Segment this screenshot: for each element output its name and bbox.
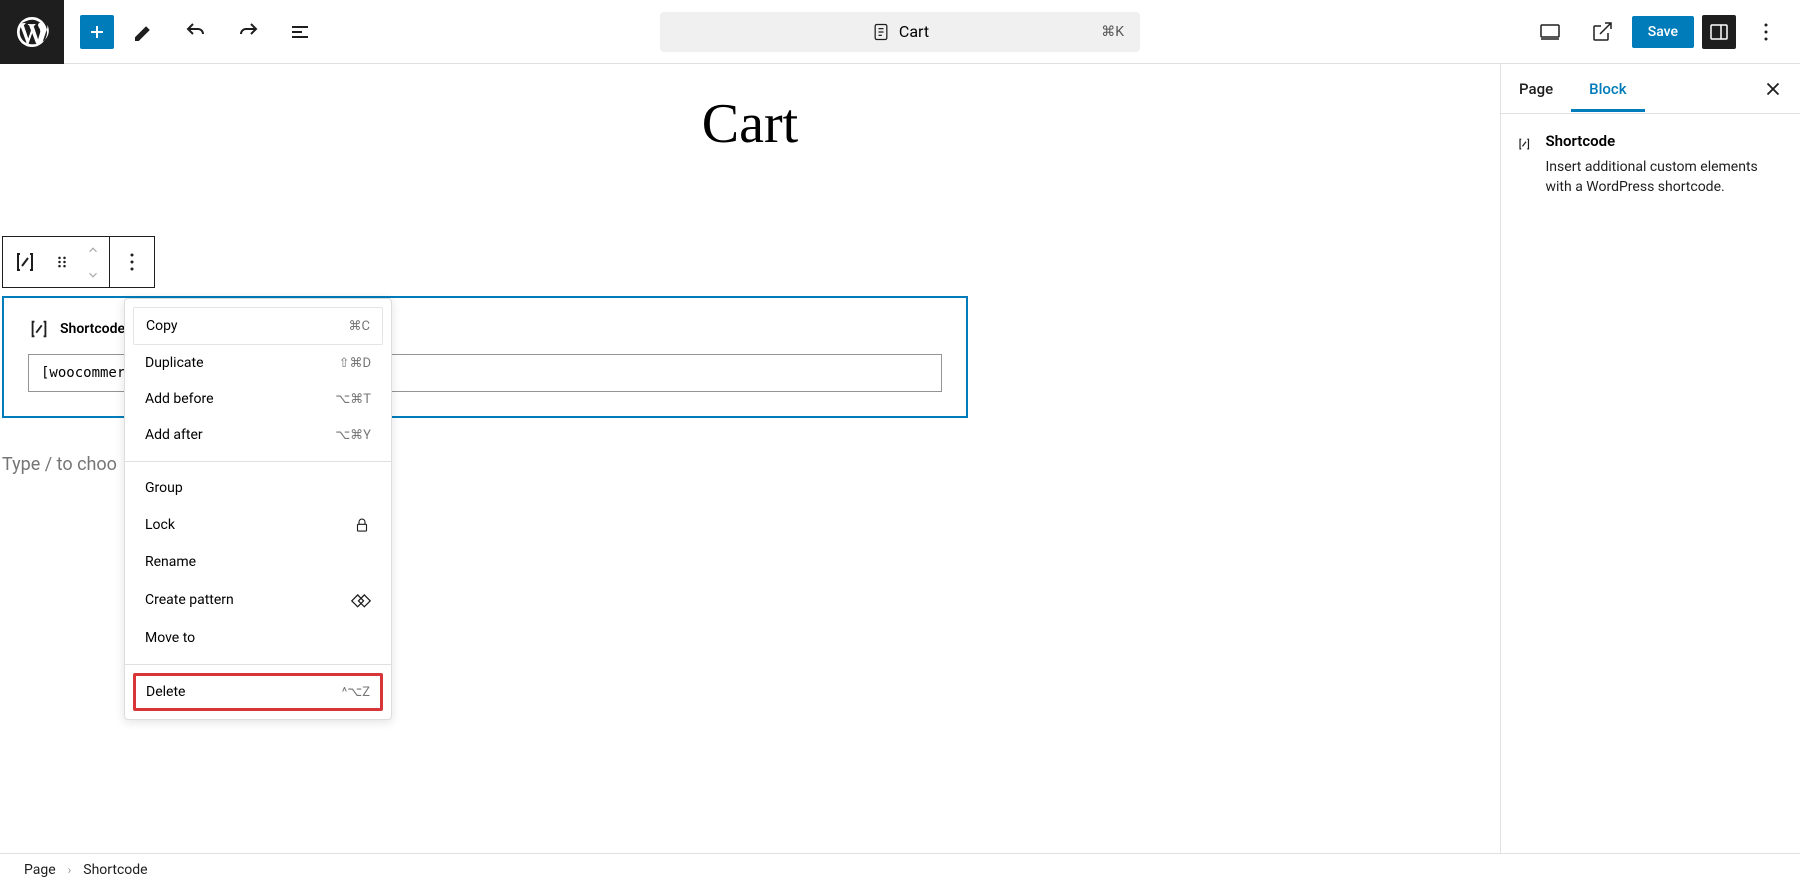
- view-button[interactable]: [1528, 10, 1572, 54]
- redo-icon: [236, 20, 260, 44]
- editor-canvas: Cart Shortcode Ty: [0, 64, 1500, 853]
- menu-item-shortcut: ⇧⌘D: [339, 356, 371, 371]
- move-arrows: [77, 237, 109, 287]
- undo-button[interactable]: [174, 10, 218, 54]
- block-toolbar: [2, 236, 155, 288]
- shortcode-icon: [28, 318, 50, 340]
- pattern-icon: [351, 590, 371, 610]
- redo-button[interactable]: [226, 10, 270, 54]
- more-vertical-icon: [1754, 20, 1778, 44]
- shortcode-label: Shortcode: [60, 321, 125, 337]
- menu-item-rename[interactable]: Rename: [133, 544, 383, 580]
- list-view-button[interactable]: [278, 10, 322, 54]
- menu-item-duplicate[interactable]: Duplicate ⇧⌘D: [133, 345, 383, 381]
- undo-icon: [184, 20, 208, 44]
- menu-item-label: Lock: [145, 517, 175, 533]
- menu-item-label: Group: [145, 480, 183, 496]
- block-info: Shortcode Insert additional custom eleme…: [1517, 132, 1784, 197]
- external-link-icon: [1590, 20, 1614, 44]
- document-bar[interactable]: Cart ⌘K: [660, 12, 1140, 52]
- menu-item-label: Move to: [145, 630, 195, 646]
- breadcrumb-item[interactable]: Page: [24, 862, 56, 878]
- menu-item-shortcut: ⌥⌘Y: [335, 428, 371, 443]
- block-type-button[interactable]: [3, 237, 47, 287]
- menu-item-label: Delete: [146, 684, 185, 700]
- wordpress-icon: [14, 14, 50, 50]
- menu-item-shortcut: ^⌥Z: [342, 685, 370, 700]
- tab-page[interactable]: Page: [1501, 66, 1571, 112]
- options-button[interactable]: [1744, 10, 1788, 54]
- chevron-down-icon: [86, 268, 100, 282]
- menu-item-label: Add before: [145, 391, 214, 407]
- command-shortcut: ⌘K: [1101, 24, 1124, 40]
- save-button[interactable]: Save: [1632, 16, 1694, 48]
- tab-block[interactable]: Block: [1571, 66, 1644, 112]
- settings-sidebar: Page Block Shortcode Insert additional c…: [1500, 64, 1800, 853]
- sidebar-icon: [1707, 20, 1731, 44]
- menu-item-add-before[interactable]: Add before ⌥⌘T: [133, 381, 383, 417]
- menu-item-shortcut: ⌥⌘T: [335, 392, 371, 407]
- desktop-icon: [1538, 20, 1562, 44]
- editor-topbar: Cart ⌘K Save: [0, 0, 1800, 64]
- menu-item-label: Add after: [145, 427, 203, 443]
- lock-icon: [353, 516, 371, 534]
- breadcrumb-item[interactable]: Shortcode: [83, 862, 147, 878]
- block-type-description: Insert additional custom elements with a…: [1546, 158, 1785, 197]
- toolbar-left: [64, 10, 322, 54]
- shortcode-icon: [13, 250, 37, 274]
- plus-icon: [85, 20, 109, 44]
- preview-button[interactable]: [1580, 10, 1624, 54]
- pencil-icon: [132, 20, 156, 44]
- chevron-up-icon: [86, 243, 100, 257]
- menu-item-move-to[interactable]: Move to: [133, 620, 383, 656]
- menu-item-copy[interactable]: Copy ⌘C: [133, 307, 383, 345]
- page-title[interactable]: Cart: [0, 64, 1500, 196]
- block-options-button[interactable]: [110, 237, 154, 287]
- block-type-title: Shortcode: [1546, 132, 1785, 150]
- shortcode-icon: [1517, 132, 1532, 156]
- move-down-button[interactable]: [77, 262, 109, 287]
- more-vertical-icon: [120, 250, 144, 274]
- drag-handle[interactable]: [47, 237, 77, 287]
- settings-toggle-button[interactable]: [1702, 15, 1736, 49]
- menu-item-add-after[interactable]: Add after ⌥⌘Y: [133, 417, 383, 453]
- breadcrumb: Page › Shortcode: [0, 853, 1800, 885]
- menu-item-label: Rename: [145, 554, 196, 570]
- document-outline-icon: [288, 20, 312, 44]
- main-area: Cart Shortcode Ty: [0, 64, 1800, 853]
- menu-separator: [125, 664, 391, 665]
- paragraph-placeholder[interactable]: Type / to choo: [2, 454, 117, 475]
- document-title: Cart: [899, 22, 929, 41]
- page-icon: [871, 22, 891, 42]
- menu-item-delete[interactable]: Delete ^⌥Z: [133, 673, 383, 711]
- menu-separator: [125, 461, 391, 462]
- menu-item-group[interactable]: Group: [133, 470, 383, 506]
- sidebar-body: Shortcode Insert additional custom eleme…: [1501, 114, 1800, 215]
- toolbar-right: Save: [1528, 10, 1800, 54]
- menu-item-create-pattern[interactable]: Create pattern: [133, 580, 383, 620]
- wordpress-logo[interactable]: [0, 0, 64, 64]
- menu-item-label: Duplicate: [145, 355, 204, 371]
- close-icon: [1762, 78, 1784, 100]
- menu-item-label: Copy: [146, 318, 178, 334]
- menu-item-shortcut: ⌘C: [349, 319, 370, 334]
- menu-item-lock[interactable]: Lock: [133, 506, 383, 544]
- menu-item-label: Create pattern: [145, 592, 234, 608]
- add-block-button[interactable]: [80, 15, 114, 49]
- close-sidebar-button[interactable]: [1746, 66, 1800, 112]
- drag-icon: [52, 252, 72, 272]
- sidebar-tabs: Page Block: [1501, 64, 1800, 114]
- chevron-right-icon: ›: [68, 863, 72, 877]
- move-up-button[interactable]: [77, 237, 109, 262]
- tools-button[interactable]: [122, 10, 166, 54]
- block-context-menu: Copy ⌘C Duplicate ⇧⌘D Add before ⌥⌘T Add after…: [124, 298, 392, 720]
